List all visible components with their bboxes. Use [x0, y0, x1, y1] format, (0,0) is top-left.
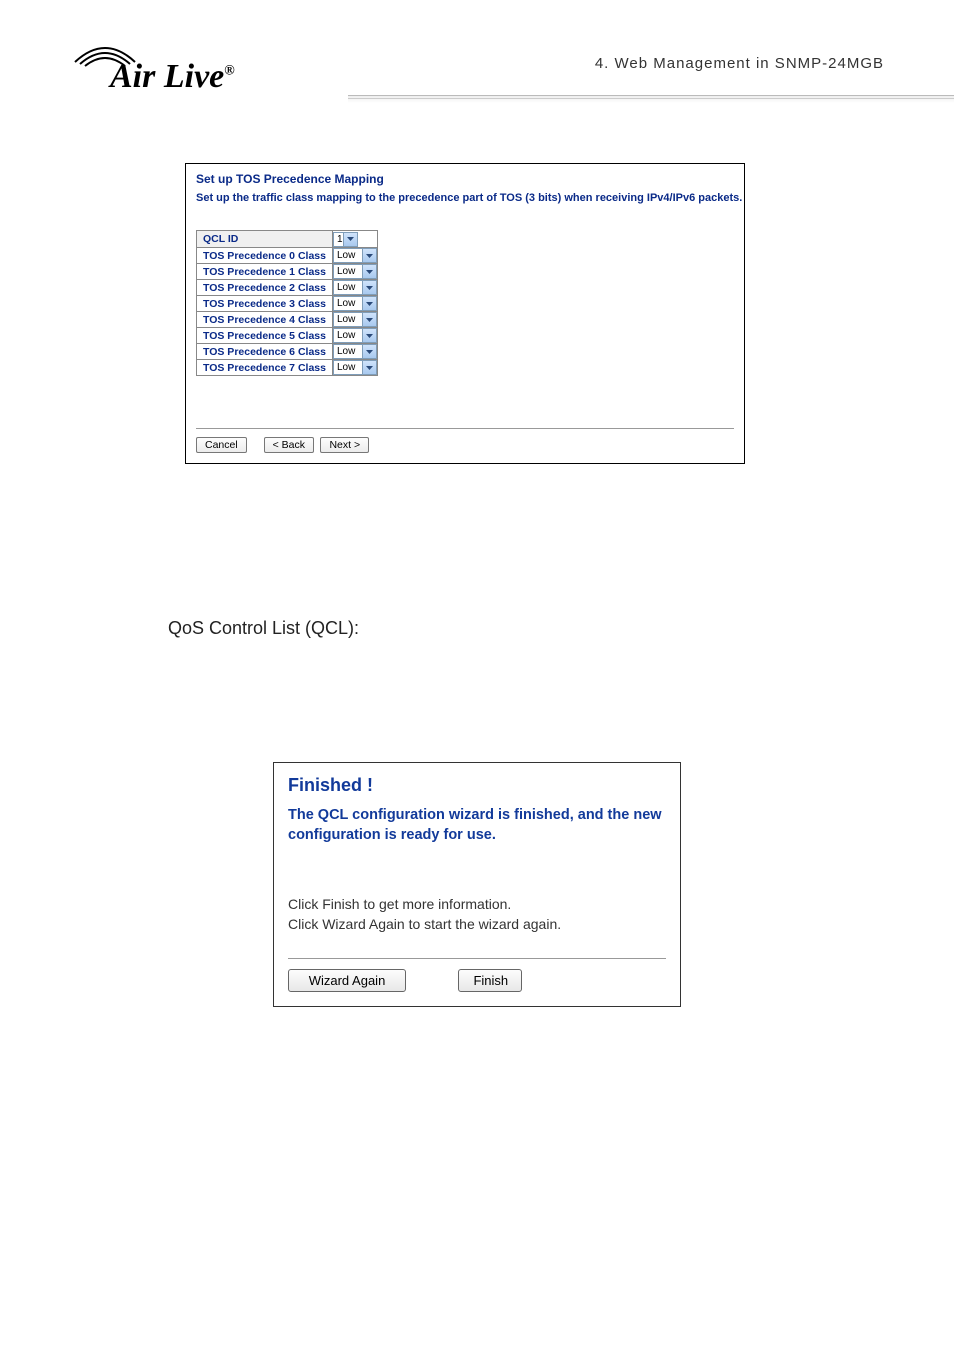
table-row: TOS Precedence 6 ClassLow	[197, 344, 378, 360]
panel-title: Set up TOS Precedence Mapping	[196, 172, 734, 186]
chevron-down-icon	[362, 329, 376, 342]
table-row: TOS Precedence 5 ClassLow	[197, 328, 378, 344]
header-divider-2	[348, 98, 954, 99]
tos6-select[interactable]: Low	[333, 344, 377, 359]
cancel-button[interactable]: Cancel	[196, 437, 247, 453]
chevron-down-icon	[343, 233, 357, 246]
table-row: TOS Precedence 1 ClassLow	[197, 264, 378, 280]
wizard-again-button[interactable]: Wizard Again	[288, 969, 406, 992]
section-heading: QoS Control List (QCL):	[168, 618, 359, 639]
logo-text: Air Live®	[110, 58, 235, 96]
chevron-down-icon	[362, 361, 376, 374]
chevron-down-icon	[362, 265, 376, 278]
page-header: Air Live® 4. Web Management in SNMP-24MG…	[70, 40, 884, 100]
table-row: TOS Precedence 3 ClassLow	[197, 296, 378, 312]
table-row: TOS Precedence 4 ClassLow	[197, 312, 378, 328]
table-row: TOS Precedence 0 ClassLow	[197, 248, 378, 264]
tos0-select[interactable]: Low	[333, 248, 377, 263]
tos7-select[interactable]: Low	[333, 360, 377, 375]
finished-body: Click Finish to get more information. Cl…	[288, 895, 666, 934]
next-button[interactable]: Next >	[320, 437, 369, 453]
chevron-down-icon	[362, 249, 376, 262]
chevron-down-icon	[362, 313, 376, 326]
finish-button[interactable]: Finish	[458, 969, 522, 992]
table-row: TOS Precedence 7 ClassLow	[197, 360, 378, 376]
logo: Air Live®	[70, 40, 270, 100]
tos4-select[interactable]: Low	[333, 312, 377, 327]
breadcrumb: 4. Web Management in SNMP-24MGB	[595, 55, 884, 72]
tos3-select[interactable]: Low	[333, 296, 377, 311]
chevron-down-icon	[362, 297, 376, 310]
tos1-select[interactable]: Low	[333, 264, 377, 279]
finished-title: Finished !	[288, 775, 666, 796]
divider	[196, 428, 734, 429]
chevron-down-icon	[362, 281, 376, 294]
tos2-select[interactable]: Low	[333, 280, 377, 295]
tos-precedence-panel: Set up TOS Precedence Mapping Set up the…	[185, 163, 745, 464]
finished-subtitle: The QCL configuration wizard is finished…	[288, 806, 666, 845]
back-button[interactable]: < Back	[264, 437, 314, 453]
divider	[288, 958, 666, 959]
qcl-id-label: QCL ID	[197, 231, 333, 248]
qcl-id-select[interactable]: 1	[333, 232, 358, 247]
panel-subtitle: Set up the traffic class mapping to the …	[196, 192, 734, 204]
header-divider	[348, 95, 954, 103]
tos-table: QCL ID 1 TOS Precedence 0 ClassLow TOS P…	[196, 230, 378, 376]
table-row: TOS Precedence 2 ClassLow	[197, 280, 378, 296]
finished-panel: Finished ! The QCL configuration wizard …	[273, 762, 681, 1007]
tos5-select[interactable]: Low	[333, 328, 377, 343]
chevron-down-icon	[362, 345, 376, 358]
